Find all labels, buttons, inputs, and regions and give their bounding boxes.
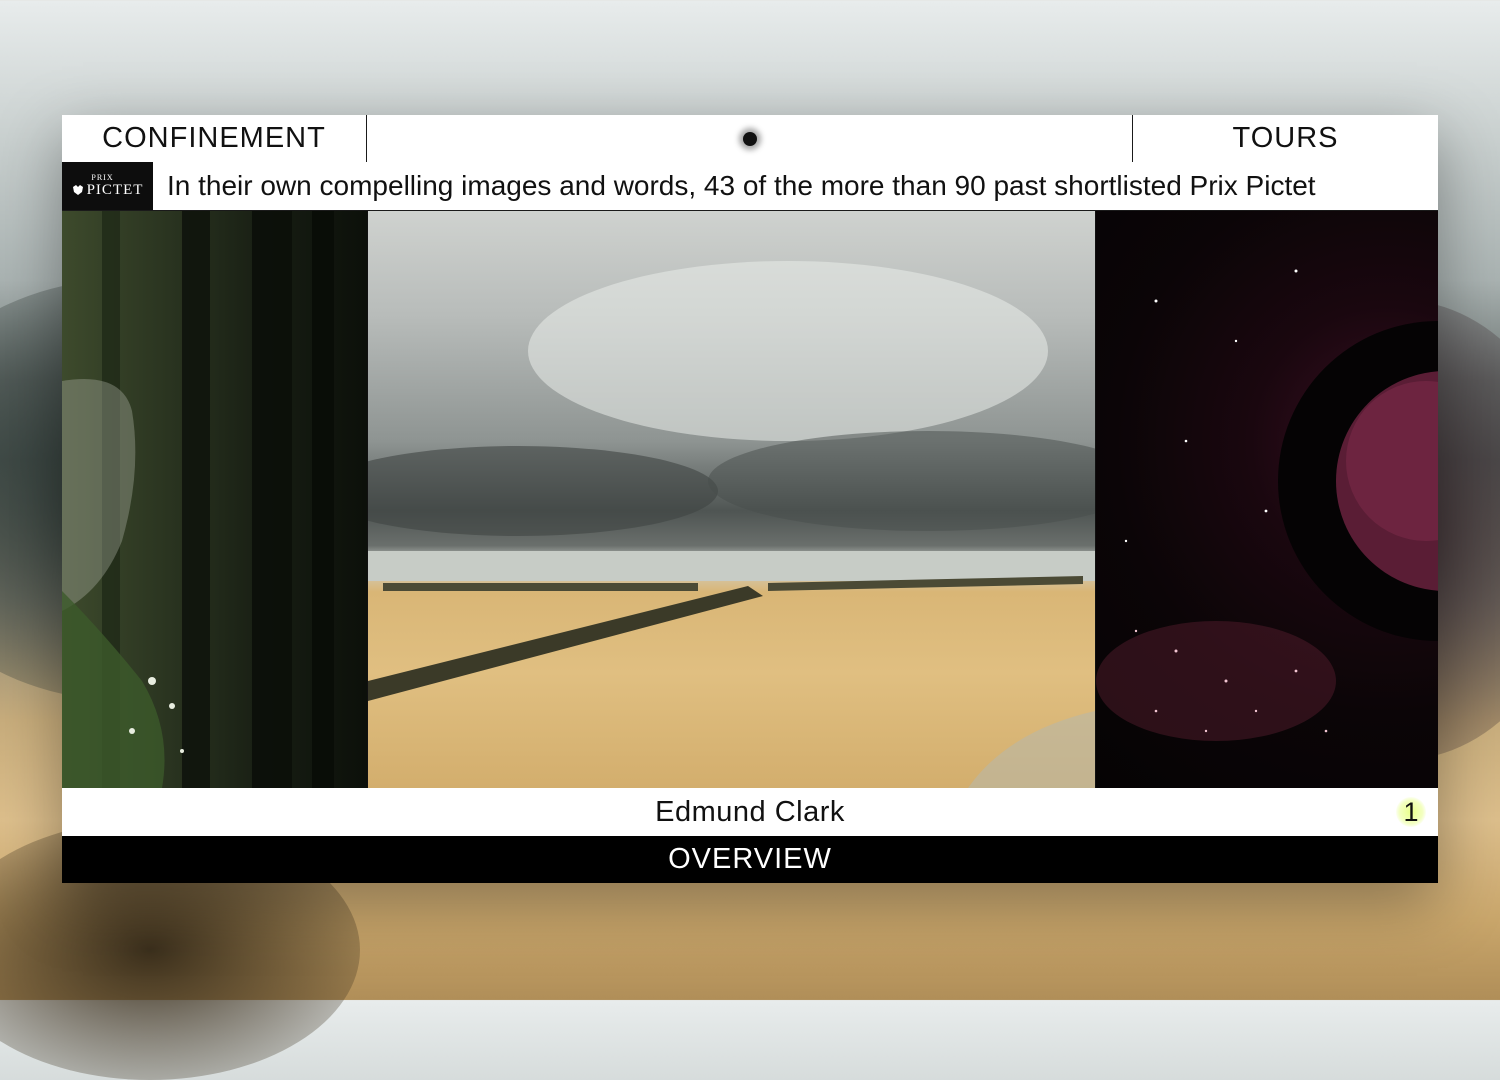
top-bar: CONFINEMENT TOURS (62, 115, 1438, 163)
image-counter-badge: 1 (1396, 797, 1426, 827)
forest-image-art (62, 211, 334, 788)
logo-big-row: PICTET (72, 182, 144, 198)
photo-gallery (62, 211, 1438, 788)
caption-bar: Edmund Clark 1 (62, 789, 1438, 836)
photo-space-planet[interactable] (1096, 211, 1438, 788)
dot-icon (742, 131, 757, 146)
overview-button[interactable]: OVERVIEW (62, 836, 1438, 883)
photo-beach-groynes[interactable] (368, 211, 1095, 788)
logo-big-text: PICTET (86, 182, 144, 198)
photo-forest-spiderweb[interactable] (62, 211, 367, 788)
app-window: CONFINEMENT TOURS PRIX PICTET In their o… (62, 115, 1438, 883)
photographer-name[interactable]: Edmund Clark (655, 796, 845, 829)
crest-icon (72, 185, 83, 195)
center-indicator (367, 115, 1132, 162)
confinement-menu-button[interactable]: CONFINEMENT (62, 115, 367, 162)
prix-pictet-logo[interactable]: PRIX PICTET (62, 162, 153, 210)
logo-small-text: PRIX (91, 173, 114, 182)
space-image-art (1096, 269, 1438, 741)
ticker-text: In their own compelling images and words… (167, 170, 1316, 201)
beach-image-art (368, 261, 1095, 788)
ticker-bar: PRIX PICTET In their own compelling imag… (62, 162, 1438, 211)
tours-menu-button[interactable]: TOURS (1132, 115, 1438, 162)
